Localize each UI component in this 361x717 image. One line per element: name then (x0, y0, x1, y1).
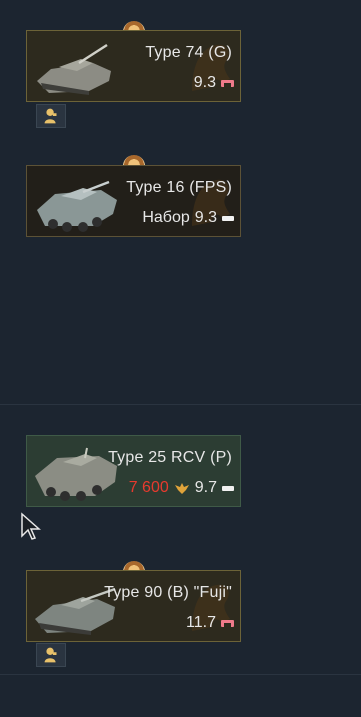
vehicle-name: Type 25 RCV (P) (108, 449, 232, 466)
vehicle-card-type-74-g[interactable]: Type 74 (G) 9.3 (26, 30, 241, 102)
vehicle-price: 7 600 (128, 479, 169, 496)
battle-rating: 11.7 (186, 614, 216, 631)
golden-eagle-icon (174, 483, 189, 494)
squadron-flag-icon (222, 215, 234, 221)
battle-rating: 9.3 (194, 209, 217, 226)
battle-rating: 9.7 (194, 479, 217, 496)
vehicle-card-type-16-fps[interactable]: Type 16 (FPS) Набор 9.3 (26, 165, 241, 237)
squadron-flag-icon (221, 79, 234, 87)
squadron-flag-icon (221, 619, 234, 627)
vehicle-name: Type 74 (G) (145, 44, 232, 61)
mouse-cursor-icon (21, 512, 41, 540)
squadron-flag-icon (222, 485, 234, 491)
tank-icon (37, 43, 111, 95)
battle-rating-row: Набор 9.3 (142, 209, 234, 227)
vehicle-card-type-90-b-fuji[interactable]: Type 90 (B) "Fuji" 11.7 (26, 570, 241, 642)
crew-icon[interactable] (36, 643, 66, 667)
pack-label: Набор (142, 209, 190, 226)
crew-icon[interactable] (36, 104, 66, 128)
row-divider (0, 674, 361, 675)
battle-rating: 9.3 (193, 74, 216, 91)
battle-rating-row: 11.7 (186, 614, 234, 632)
row-divider (0, 404, 361, 405)
tank-icon (37, 180, 117, 232)
battle-rating-row: 9.3 (194, 74, 234, 92)
crew-member-icon (44, 108, 57, 124)
crew-member-icon (44, 647, 57, 663)
battle-rating-row: 7 600 9.7 (129, 479, 234, 497)
vehicle-name: Type 16 (FPS) (126, 179, 232, 196)
vehicle-name: Type 90 (B) "Fuji" (104, 584, 232, 601)
vehicle-card-type-25-rcv-p[interactable]: Type 25 RCV (P) 7 600 9.7 (26, 435, 241, 507)
